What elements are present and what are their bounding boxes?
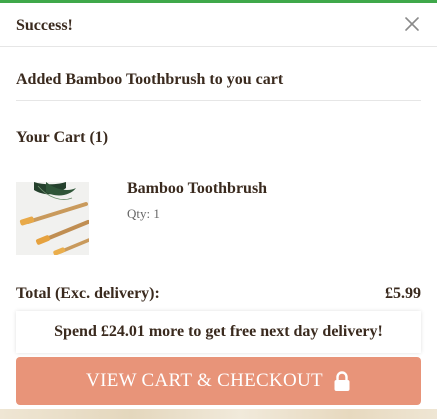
bamboo-toothbrush-image xyxy=(16,182,89,255)
divider xyxy=(16,100,421,101)
close-icon xyxy=(405,17,419,31)
added-to-cart-message: Added Bamboo Toothbrush to you cart xyxy=(16,71,284,88)
product-image[interactable] xyxy=(16,182,89,255)
popup-header: Success! xyxy=(0,3,437,47)
free-delivery-text: Spend £24.01 more to get free next day d… xyxy=(54,323,383,340)
free-delivery-notice: Spend £24.01 more to get free next day d… xyxy=(16,311,421,353)
cart-success-popup: Success! Added Bamboo Toothbrush to you … xyxy=(0,0,437,419)
background-strip xyxy=(0,409,437,419)
product-name[interactable]: Bamboo Toothbrush xyxy=(127,180,267,198)
total-label: Total (Exc. delivery): xyxy=(16,285,160,302)
total-value: £5.99 xyxy=(385,285,421,302)
product-quantity: Qty: 1 xyxy=(127,206,160,221)
checkout-button-label: VIEW CART & CHECKOUT xyxy=(86,370,323,391)
lock-icon xyxy=(334,371,350,391)
close-button[interactable] xyxy=(401,13,423,35)
view-cart-checkout-button[interactable]: VIEW CART & CHECKOUT xyxy=(16,357,421,405)
cart-heading: Your Cart (1) xyxy=(16,129,109,146)
popup-title: Success! xyxy=(16,17,73,34)
